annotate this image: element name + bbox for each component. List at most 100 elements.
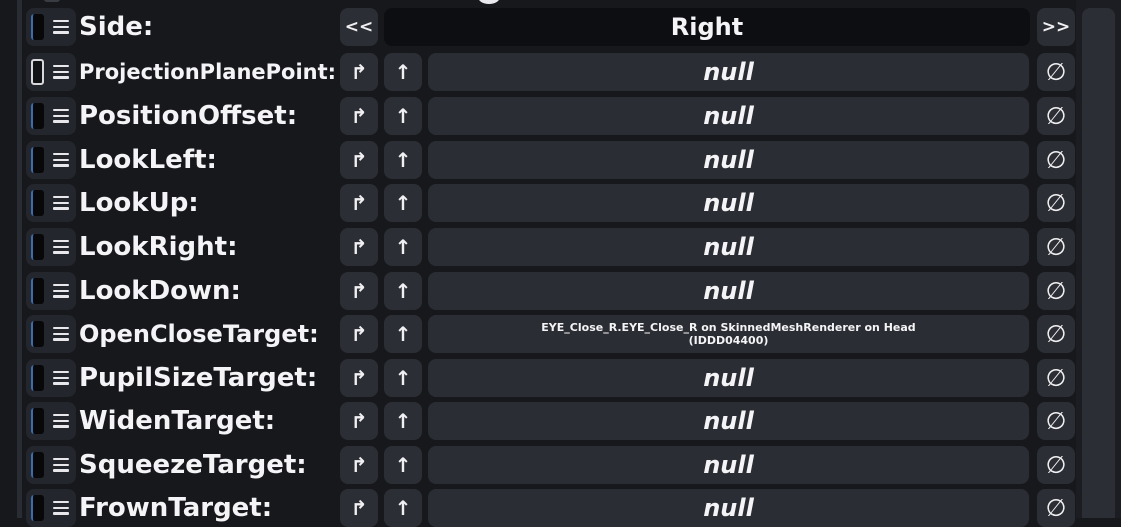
field-reference-box[interactable] (26, 97, 76, 135)
hamburger-icon[interactable] (53, 458, 69, 472)
clear-button[interactable]: ∅ (1037, 489, 1075, 527)
value-text: null (703, 58, 754, 86)
reference-slot[interactable] (31, 495, 44, 521)
reference-slot[interactable] (31, 59, 44, 85)
parent-button[interactable]: ↑ (384, 402, 422, 440)
reference-slot[interactable] (31, 365, 44, 391)
field-value[interactable]: null (428, 489, 1029, 527)
clear-button[interactable]: ∅ (1037, 315, 1075, 353)
clear-button[interactable]: ∅ (1037, 97, 1075, 135)
reference-slot[interactable] (31, 321, 44, 347)
field-value[interactable]: null (428, 272, 1029, 310)
clear-button[interactable]: ∅ (1037, 402, 1075, 440)
jump-to-button[interactable]: ↱ (340, 446, 378, 484)
field-label: PupilSizeTarget: (79, 363, 318, 393)
field-value[interactable]: null (428, 359, 1029, 397)
clear-button[interactable]: ∅ (1037, 141, 1075, 179)
jump-to-button[interactable]: ↱ (340, 359, 378, 397)
field-reference-box[interactable] (26, 315, 76, 353)
clear-button[interactable]: ∅ (1037, 53, 1075, 91)
parent-button[interactable]: ↑ (384, 359, 422, 397)
reference-slot[interactable] (31, 103, 44, 129)
arrow-up-icon: ↑ (394, 148, 412, 172)
jump-to-button[interactable]: ↱ (340, 272, 378, 310)
field-value[interactable]: null (428, 446, 1029, 484)
field-row: ProjectionPlanePoint: ↱ ↑ null ∅ (0, 53, 1076, 91)
hamburger-icon[interactable] (53, 196, 69, 210)
clear-button[interactable]: ∅ (1037, 359, 1075, 397)
hamburger-icon[interactable] (53, 20, 69, 34)
hamburger-icon[interactable] (53, 501, 69, 515)
reference-slot[interactable] (31, 190, 44, 216)
reference-slot[interactable] (31, 14, 44, 40)
clear-button[interactable]: ∅ (1037, 228, 1075, 266)
clear-button[interactable]: ∅ (1037, 184, 1075, 222)
field-reference-box[interactable] (26, 8, 76, 46)
field-reference-box[interactable] (26, 184, 76, 222)
reference-slot[interactable] (31, 408, 44, 434)
field-row: WidenTarget: ↱ ↑ null ∅ (0, 402, 1076, 440)
field-reference-box[interactable] (26, 489, 76, 527)
hamburger-icon[interactable] (53, 240, 69, 254)
jump-to-button[interactable]: ↱ (340, 402, 378, 440)
parent-button[interactable]: ↑ (384, 184, 422, 222)
value-text-line2: (IDDD04400) (688, 334, 769, 347)
empty-set-icon: ∅ (1045, 102, 1067, 130)
reference-slot[interactable] (31, 278, 44, 304)
field-reference-box[interactable] (26, 141, 76, 179)
jump-to-button[interactable]: ↱ (340, 315, 378, 353)
field-label: PositionOffset: (79, 101, 298, 131)
jump-to-button[interactable]: ↱ (340, 489, 378, 527)
parent-button[interactable]: ↑ (384, 228, 422, 266)
parent-button[interactable]: ↑ (384, 315, 422, 353)
next-option-button[interactable]: >> (1037, 8, 1075, 46)
field-row: LookUp: ↱ ↑ null ∅ (0, 184, 1076, 222)
field-reference-box[interactable] (26, 228, 76, 266)
field-row: PositionOffset: ↱ ↑ null ∅ (0, 97, 1076, 135)
field-value[interactable]: null (428, 402, 1029, 440)
field-reference-box[interactable] (26, 446, 76, 484)
jump-to-button[interactable]: ↱ (340, 97, 378, 135)
hamburger-icon[interactable] (53, 109, 69, 123)
parent-button[interactable]: ↑ (384, 53, 422, 91)
jump-to-button[interactable]: ↱ (340, 53, 378, 91)
field-value[interactable]: null (428, 184, 1029, 222)
field-reference-box[interactable] (26, 402, 76, 440)
drag-handle[interactable] (478, 0, 500, 4)
parent-button[interactable]: ↑ (384, 141, 422, 179)
field-reference-box[interactable] (26, 359, 76, 397)
parent-button[interactable]: ↑ (384, 489, 422, 527)
parent-button[interactable]: ↑ (384, 272, 422, 310)
arrow-up-icon: ↑ (394, 366, 412, 390)
field-value[interactable]: null (428, 228, 1029, 266)
field-value[interactable]: null (428, 97, 1029, 135)
clear-button[interactable]: ∅ (1037, 446, 1075, 484)
side-selector-value[interactable]: Right (384, 8, 1030, 46)
scrollbar-thumb[interactable] (1082, 8, 1115, 518)
hamburger-icon[interactable] (53, 327, 69, 341)
previous-option-button[interactable]: << (340, 8, 378, 46)
field-reference-box[interactable] (26, 53, 76, 91)
hamburger-icon[interactable] (53, 65, 69, 79)
arrow-up-icon: ↑ (394, 496, 412, 520)
clear-button[interactable]: ∅ (1037, 272, 1075, 310)
field-value[interactable]: null (428, 53, 1029, 91)
hamburger-icon[interactable] (53, 153, 69, 167)
field-value[interactable]: EYE_Close_R.EYE_Close_R on SkinnedMeshRe… (428, 315, 1029, 353)
hamburger-icon[interactable] (53, 414, 69, 428)
empty-set-icon: ∅ (1045, 320, 1067, 348)
hamburger-icon[interactable] (53, 371, 69, 385)
field-value[interactable]: null (428, 141, 1029, 179)
reference-slot[interactable] (31, 234, 44, 260)
reference-slot[interactable] (31, 147, 44, 173)
jump-to-button[interactable]: ↱ (340, 228, 378, 266)
jump-to-button[interactable]: ↱ (340, 184, 378, 222)
reference-slot[interactable] (31, 452, 44, 478)
field-row: OpenCloseTarget: ↱ ↑ EYE_Close_R.EYE_Clo… (0, 315, 1076, 353)
parent-button[interactable]: ↑ (384, 446, 422, 484)
jump-to-button[interactable]: ↱ (340, 141, 378, 179)
field-reference-box[interactable] (26, 272, 76, 310)
field-label: Side: (79, 12, 154, 42)
parent-button[interactable]: ↑ (384, 97, 422, 135)
hamburger-icon[interactable] (53, 284, 69, 298)
